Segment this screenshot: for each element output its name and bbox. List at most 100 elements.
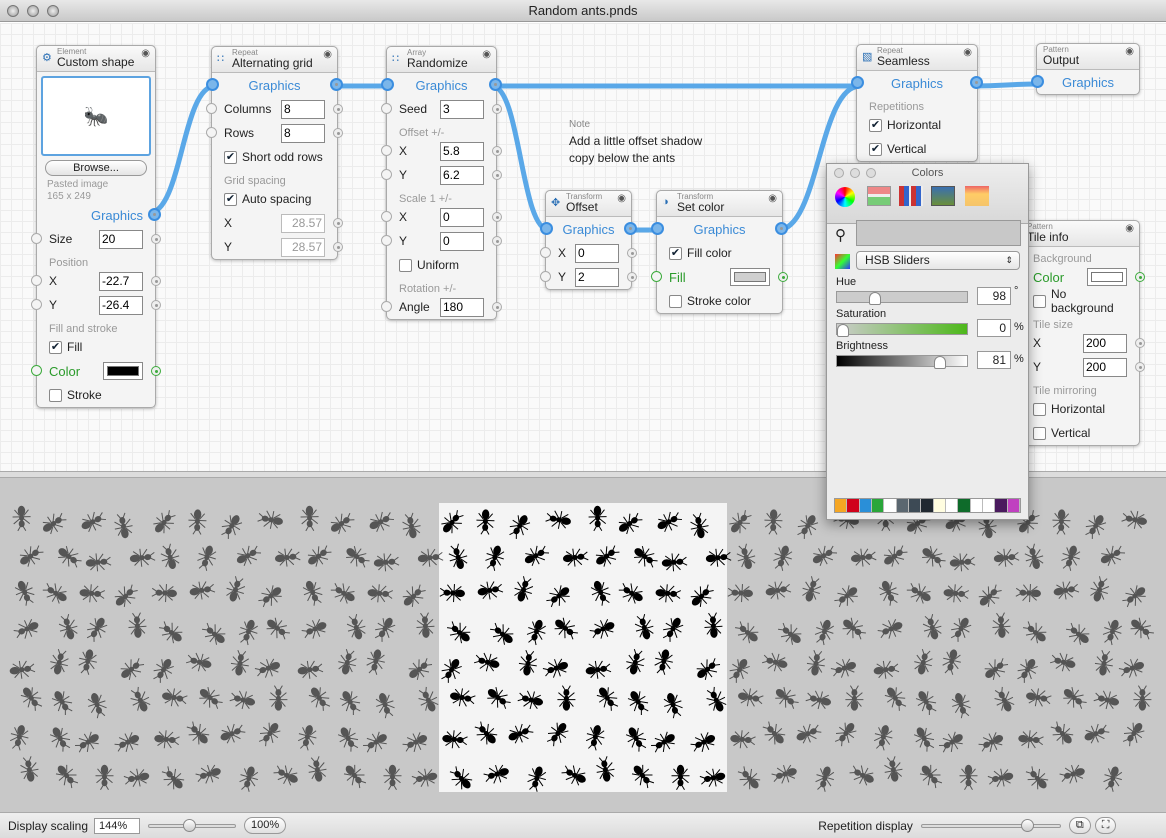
stroke-checkbox[interactable] <box>49 388 62 402</box>
input-port[interactable] <box>381 103 392 114</box>
eye-icon[interactable]: ◉ <box>141 48 150 59</box>
input-port[interactable] <box>31 299 42 310</box>
swatch[interactable] <box>995 499 1008 512</box>
output-port[interactable] <box>333 218 343 228</box>
node-header[interactable]: Pattern Tile info ◉ <box>1021 221 1139 247</box>
zoom-window-button[interactable] <box>47 5 59 17</box>
repetition-display-slider[interactable] <box>920 818 1061 832</box>
node-header[interactable]: ⚙ Element Custom shape ◉ <box>37 46 155 72</box>
input-port[interactable] <box>381 78 394 91</box>
vertical-checkbox[interactable] <box>1033 426 1046 440</box>
seed-input[interactable] <box>440 99 484 119</box>
node-header[interactable]: ✥ Transform Offset ◉ <box>546 191 631 217</box>
input-port[interactable] <box>381 301 392 312</box>
swatch[interactable] <box>896 499 909 512</box>
input-port[interactable] <box>381 145 392 156</box>
auto-spacing-checkbox[interactable]: ✔ <box>224 192 237 206</box>
eye-icon[interactable]: ◉ <box>617 193 626 204</box>
node-grid[interactable]: ∷RepeatAlternating grid◉GraphicsColumnsR… <box>206 46 343 260</box>
color-mode-select[interactable]: HSB Sliders ⇕ <box>856 251 1020 270</box>
brightness-slider-knob[interactable] <box>934 356 947 369</box>
size-input[interactable] <box>99 229 143 249</box>
check-row[interactable]: ✔ Short odd rows <box>212 145 337 169</box>
swatch[interactable] <box>859 499 872 512</box>
color-sliders-icon[interactable] <box>867 186 891 206</box>
input-port[interactable] <box>651 271 662 282</box>
output-port[interactable] <box>492 104 502 114</box>
rows-input[interactable] <box>281 123 325 143</box>
y-input[interactable] <box>1083 357 1127 377</box>
hue-slider-knob[interactable] <box>869 292 882 305</box>
windowed-icon[interactable]: ⧉ <box>1068 817 1091 834</box>
brightness-value[interactable]: 81 <box>977 351 1011 369</box>
saturation-value[interactable]: 0 <box>977 319 1011 337</box>
swatch[interactable] <box>908 499 922 512</box>
node-custom[interactable]: ⚙ Element Custom shape ◉ 🐜 Browse... Pasted im… <box>31 45 161 408</box>
input-port[interactable] <box>851 76 864 89</box>
swatch[interactable] <box>958 499 971 512</box>
input-port[interactable] <box>31 365 42 376</box>
check-row[interactable]: No background <box>1021 287 1139 315</box>
image-preview[interactable]: 🐜 <box>41 76 151 156</box>
check-row[interactable]: ✔ Vertical <box>857 137 977 161</box>
saturation-slider[interactable] <box>836 323 968 337</box>
input-port[interactable] <box>540 271 551 282</box>
angle-input[interactable] <box>440 297 484 317</box>
output-port[interactable] <box>333 104 343 114</box>
y-input[interactable] <box>440 231 484 251</box>
node-header[interactable]: ◑ Transform Set color ◉ <box>657 191 782 217</box>
input-port[interactable] <box>381 169 392 180</box>
output-port[interactable] <box>151 366 161 376</box>
node-header[interactable]: ∷ Repeat Alternating grid ◉ <box>212 47 337 73</box>
output-port[interactable] <box>148 208 161 221</box>
color-well[interactable] <box>730 268 770 286</box>
crayons-icon[interactable] <box>965 186 989 206</box>
saturation-slider-knob[interactable] <box>837 324 849 337</box>
x-input[interactable] <box>281 213 325 233</box>
check-row[interactable]: ✔ Horizontal <box>857 113 977 137</box>
input-port[interactable] <box>381 211 392 222</box>
input-port[interactable] <box>206 103 217 114</box>
eye-icon[interactable]: ◉ <box>482 49 491 60</box>
y-input[interactable] <box>575 267 619 287</box>
repetition-display-knob[interactable] <box>1020 818 1034 832</box>
x-input[interactable] <box>1083 333 1127 353</box>
input-port[interactable] <box>31 275 42 286</box>
color-picker-icon[interactable] <box>835 254 850 269</box>
uniform-checkbox[interactable] <box>399 258 412 272</box>
y-input[interactable] <box>99 295 143 315</box>
browse-button[interactable]: Browse... <box>45 160 147 176</box>
output-port[interactable] <box>333 242 343 252</box>
swatch[interactable] <box>871 499 885 512</box>
x-input[interactable] <box>440 207 484 227</box>
input-port[interactable] <box>1031 75 1044 88</box>
output-port[interactable] <box>492 302 502 312</box>
vertical-checkbox[interactable]: ✔ <box>869 142 882 156</box>
stroke-color-checkbox[interactable] <box>669 294 682 308</box>
node-offset[interactable]: ✥TransformOffset◉ Graphics XY <box>540 190 637 290</box>
swatch[interactable] <box>945 499 959 512</box>
output-port[interactable] <box>333 128 343 138</box>
check-row[interactable]: ✔ Fill color <box>657 241 782 265</box>
note[interactable]: Note Add a little offset shadow copy bel… <box>569 116 702 167</box>
output-port[interactable] <box>627 272 637 282</box>
swatch[interactable] <box>970 499 983 512</box>
brightness-slider[interactable] <box>836 355 968 369</box>
output-port[interactable] <box>492 170 502 180</box>
hue-value[interactable]: 98 <box>977 287 1011 305</box>
check-row[interactable]: Stroke <box>37 383 155 407</box>
check-row[interactable]: Horizontal <box>1021 397 1139 421</box>
node-setcolor[interactable]: ◑ Transform Set color ◉ Graphics ✔ Fill color F… <box>651 190 788 314</box>
color-wheel-icon[interactable] <box>835 187 855 207</box>
swatch[interactable] <box>933 499 946 512</box>
check-row[interactable]: Uniform <box>387 253 496 277</box>
color-well[interactable] <box>103 362 143 380</box>
input-port[interactable] <box>540 247 551 258</box>
eye-icon[interactable]: ◉ <box>1125 223 1134 234</box>
eye-icon[interactable]: ◉ <box>1125 46 1134 57</box>
no-background-checkbox[interactable] <box>1033 294 1046 308</box>
node-header[interactable]: ▧ Repeat Seamless ◉ <box>857 45 977 71</box>
horizontal-checkbox[interactable]: ✔ <box>869 118 882 132</box>
horizontal-checkbox[interactable] <box>1033 402 1046 416</box>
input-port[interactable] <box>540 222 553 235</box>
